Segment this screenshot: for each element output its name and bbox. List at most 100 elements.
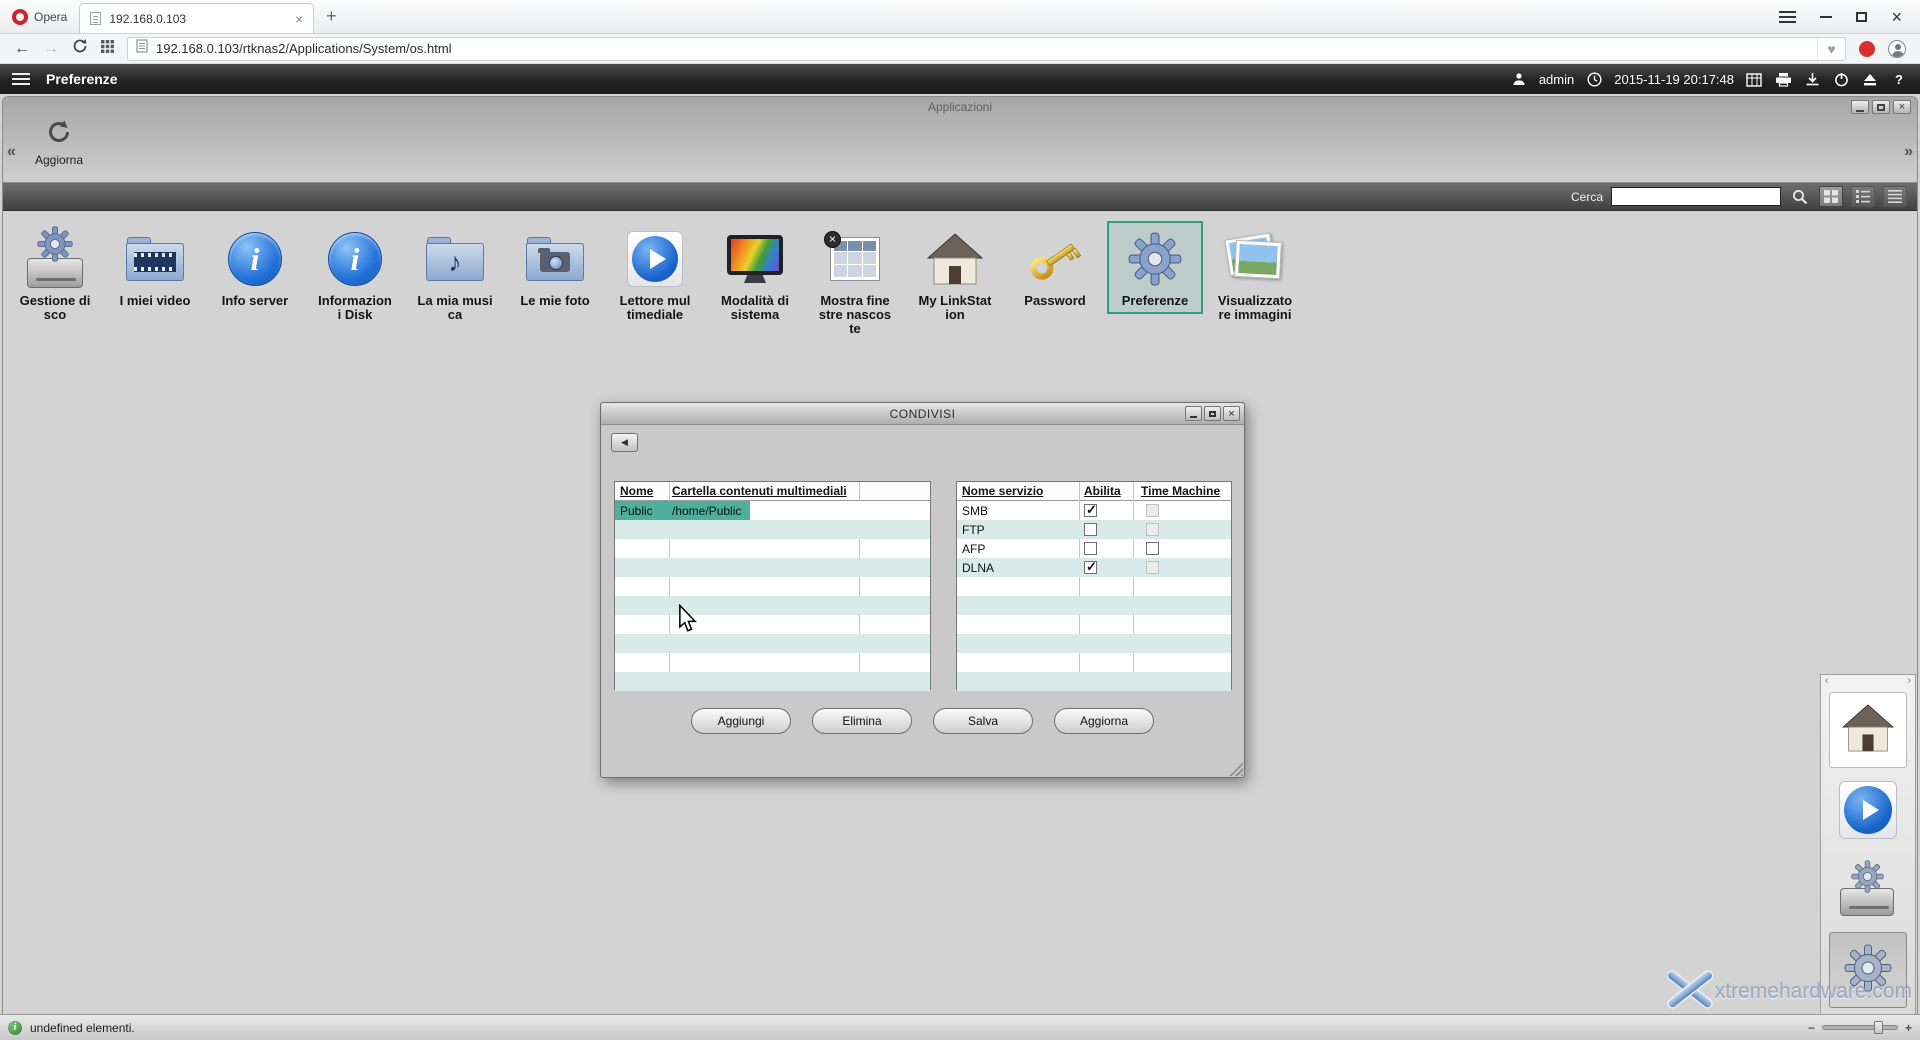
share-row-empty[interactable] — [615, 653, 930, 672]
app-modalita-di-sistema[interactable]: Modalità di sistema — [707, 221, 803, 328]
tab-close-icon[interactable]: × — [295, 12, 303, 26]
collapse-left-chevron[interactable]: « — [7, 143, 16, 161]
service-row-empty[interactable] — [957, 634, 1231, 653]
ftp-time-machine-checkbox[interactable] — [1146, 523, 1159, 536]
share-row-empty[interactable] — [615, 672, 930, 691]
service-row-ftp[interactable]: FTP — [957, 520, 1231, 539]
zoom-out-icon[interactable]: − — [1808, 1021, 1815, 1035]
download-icon[interactable] — [1803, 70, 1821, 88]
user-profile-icon[interactable] — [1888, 40, 1906, 58]
dock-item-disk-management[interactable] — [1829, 852, 1907, 928]
reload-icon[interactable] — [72, 38, 88, 59]
site-badge-icon[interactable] — [136, 39, 148, 58]
service-row-empty[interactable] — [957, 577, 1231, 596]
salva-button[interactable]: Salva — [933, 708, 1033, 734]
shares-header-cartella[interactable]: Cartella contenuti multimediali — [669, 484, 847, 498]
zoom-in-icon[interactable]: + — [1905, 1021, 1912, 1035]
service-row-empty[interactable] — [957, 596, 1231, 615]
app-la-mia-musica[interactable]: ♪ La mia musi ca — [407, 221, 503, 328]
service-row-empty[interactable] — [957, 615, 1231, 634]
share-row-empty[interactable] — [615, 520, 930, 539]
dialog-back-button[interactable]: ◀ — [611, 433, 638, 452]
app-mostra-finestre-nascoste[interactable]: × Mostra fine stre nascos te — [807, 221, 903, 342]
app-window-minimize-button[interactable] — [1851, 100, 1869, 114]
service-row-empty[interactable] — [957, 653, 1231, 672]
share-row-public[interactable]: Public /home/Public — [615, 501, 930, 520]
app-lettore-multimediale[interactable]: Lettore mul timediale — [607, 221, 703, 328]
dock-scroll-left-icon[interactable]: ‹ — [1825, 675, 1828, 688]
window-close-icon[interactable]: × — [1891, 8, 1902, 26]
dock-scroll-right-icon[interactable]: › — [1908, 675, 1911, 688]
service-row-empty[interactable] — [957, 672, 1231, 691]
app-my-linkstation[interactable]: My LinkStat ion — [907, 221, 1003, 328]
aggiorna-button[interactable]: Aggiorna — [1054, 708, 1154, 734]
dialog-minimize-button[interactable] — [1185, 406, 1202, 421]
share-row-empty[interactable] — [615, 558, 930, 577]
share-row-empty[interactable] — [615, 596, 930, 615]
dialog-close-button[interactable]: × — [1223, 406, 1240, 421]
dock-item-my-linkstation[interactable] — [1829, 692, 1907, 768]
app-gestione-disco[interactable]: Gestione di sco — [7, 221, 103, 328]
app-info-server[interactable]: i Info server — [207, 221, 303, 314]
dialog-titlebar[interactable]: CONDIVISI × — [601, 403, 1244, 425]
service-row-smb[interactable]: SMB — [957, 501, 1231, 520]
forward-icon[interactable]: → — [43, 41, 59, 57]
refresh-tool-button[interactable]: Aggiorna — [25, 119, 93, 167]
share-row-empty[interactable] — [615, 539, 930, 558]
ftp-abilita-checkbox[interactable] — [1084, 523, 1097, 536]
speed-dial-icon[interactable] — [101, 40, 114, 58]
smb-abilita-checkbox[interactable] — [1084, 504, 1097, 517]
opera-red-badge-icon[interactable] — [1859, 41, 1875, 57]
afp-abilita-checkbox[interactable] — [1084, 542, 1097, 555]
app-visualizzatore-immagini[interactable]: Visualizzato re immagini — [1207, 221, 1303, 328]
search-icon[interactable] — [1789, 186, 1811, 207]
elimina-button[interactable]: Elimina — [812, 708, 912, 734]
app-informazioni-disk[interactable]: i Informazion i Disk — [307, 221, 403, 328]
grid-view-icon[interactable] — [1819, 186, 1843, 207]
app-i-miei-video[interactable]: I miei video — [107, 221, 203, 314]
menu-hamburger-icon[interactable] — [12, 73, 30, 85]
back-icon[interactable]: ← — [14, 41, 30, 57]
services-header-abilita[interactable]: Abilita — [1079, 484, 1133, 498]
share-row-empty[interactable] — [615, 634, 930, 653]
new-tab-button[interactable]: + — [314, 0, 348, 33]
dlna-time-machine-checkbox[interactable] — [1146, 561, 1159, 574]
afp-time-machine-checkbox[interactable] — [1146, 542, 1159, 555]
services-header-nome[interactable]: Nome servizio — [957, 484, 1079, 498]
opera-menu-button[interactable]: Opera — [0, 0, 79, 33]
help-icon[interactable]: ? — [1890, 70, 1908, 88]
dock-item-preferences[interactable] — [1829, 932, 1907, 1008]
dock-item-media-player[interactable] — [1829, 772, 1907, 848]
details-view-icon[interactable] — [1883, 186, 1907, 207]
search-input[interactable] — [1611, 187, 1781, 206]
printer-icon[interactable] — [1774, 70, 1792, 88]
dialog-maximize-button[interactable] — [1204, 406, 1221, 421]
aggiungi-button[interactable]: Aggiungi — [691, 708, 791, 734]
app-le-mie-foto[interactable]: Le mie foto — [507, 221, 603, 314]
logged-in-user[interactable]: admin — [1539, 72, 1574, 87]
power-icon[interactable] — [1832, 70, 1850, 88]
dlna-abilita-checkbox[interactable] — [1084, 561, 1097, 574]
window-maximize-icon[interactable] — [1856, 12, 1867, 22]
share-row-empty[interactable] — [615, 577, 930, 596]
service-row-afp[interactable]: AFP — [957, 539, 1231, 558]
calendar-icon[interactable] — [1745, 70, 1763, 88]
service-row-dlna[interactable]: DLNA — [957, 558, 1231, 577]
smb-time-machine-checkbox[interactable] — [1146, 504, 1159, 517]
url-field[interactable]: 192.168.0.103/rtknas2/Applications/Syste… — [127, 37, 1846, 61]
app-window-close-button[interactable]: × — [1893, 100, 1911, 114]
window-minimize-icon[interactable] — [1820, 16, 1832, 18]
app-window-maximize-button[interactable] — [1872, 100, 1890, 114]
zoom-slider[interactable] — [1822, 1025, 1898, 1030]
collapse-right-chevron[interactable]: » — [1904, 143, 1913, 161]
bookmark-heart-icon[interactable]: ♥ — [1817, 38, 1845, 60]
tab-menu-icon[interactable] — [1779, 11, 1796, 23]
dialog-resize-handle[interactable] — [1229, 762, 1243, 776]
shares-header-nome[interactable]: Nome — [615, 484, 669, 498]
eject-icon[interactable] — [1861, 70, 1879, 88]
list-view-icon[interactable] — [1851, 186, 1875, 207]
app-password[interactable]: Password — [1007, 221, 1103, 314]
browser-tab[interactable]: 192.168.0.103 × — [79, 3, 314, 33]
zoom-slider-thumb[interactable] — [1874, 1021, 1883, 1034]
services-header-time-machine[interactable]: Time Machine — [1133, 484, 1220, 498]
